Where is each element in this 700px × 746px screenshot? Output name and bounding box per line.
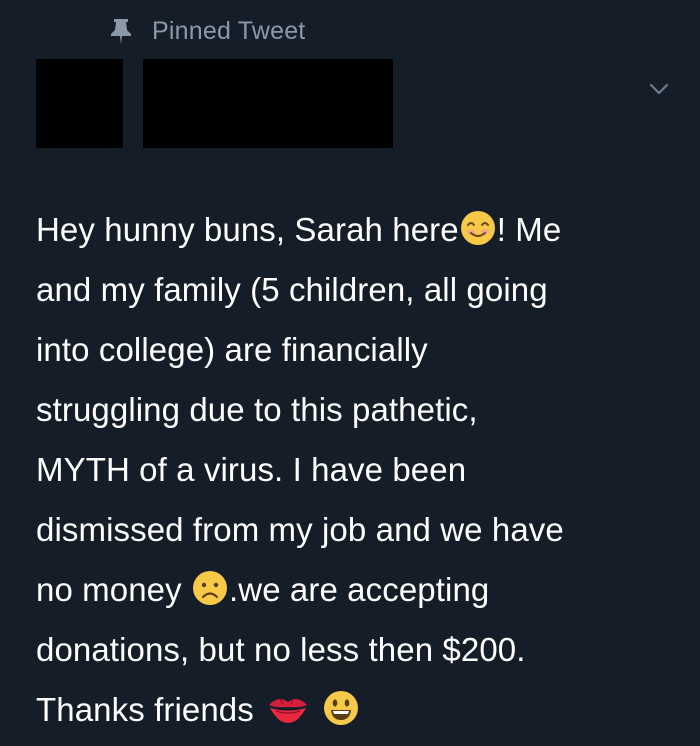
tweet-menu-button[interactable] bbox=[644, 76, 674, 102]
tweet-line: into college) are financially bbox=[36, 331, 428, 368]
tweet-line-text: no money bbox=[36, 571, 191, 608]
tweet-line-text: Hey hunny buns, Sarah here bbox=[36, 211, 459, 248]
tweet-line-text: .we are accepting bbox=[229, 571, 490, 608]
tweet-text: Hey hunny buns, Sarah here ! Me and my f… bbox=[36, 200, 676, 740]
pinned-label: Pinned Tweet bbox=[152, 16, 306, 45]
tweet-line: struggling due to this pathetic, bbox=[36, 391, 478, 428]
kiss-mark-icon bbox=[266, 686, 310, 723]
tweet[interactable]: Pinned Tweet Hey hunny buns, Sarah here … bbox=[0, 0, 700, 730]
smiling-face-icon bbox=[459, 206, 497, 245]
tweet-line: dismissed from my job and we have bbox=[36, 511, 564, 548]
author-name[interactable] bbox=[143, 59, 393, 148]
tweet-line: and my family (5 children, all going bbox=[36, 271, 548, 308]
tweet-line: MYTH of a virus. I have been bbox=[36, 451, 467, 488]
tweet-line-text: ! Me bbox=[496, 211, 562, 248]
pin-icon bbox=[108, 17, 134, 45]
chevron-down-icon bbox=[644, 83, 674, 106]
pinned-indicator: Pinned Tweet bbox=[108, 14, 305, 48]
tweet-line: Hey hunny buns, Sarah here ! Me bbox=[36, 200, 676, 260]
tweet-line: no money .we are accepting bbox=[36, 560, 676, 620]
avatar[interactable] bbox=[36, 59, 123, 148]
frowning-face-icon bbox=[191, 566, 229, 605]
tweet-line: Thanks friends bbox=[36, 680, 676, 740]
tweet-line: donations, but no less then $200. bbox=[36, 631, 526, 668]
grinning-face-icon bbox=[322, 686, 360, 725]
tweet-line-text: Thanks friends bbox=[36, 691, 254, 728]
